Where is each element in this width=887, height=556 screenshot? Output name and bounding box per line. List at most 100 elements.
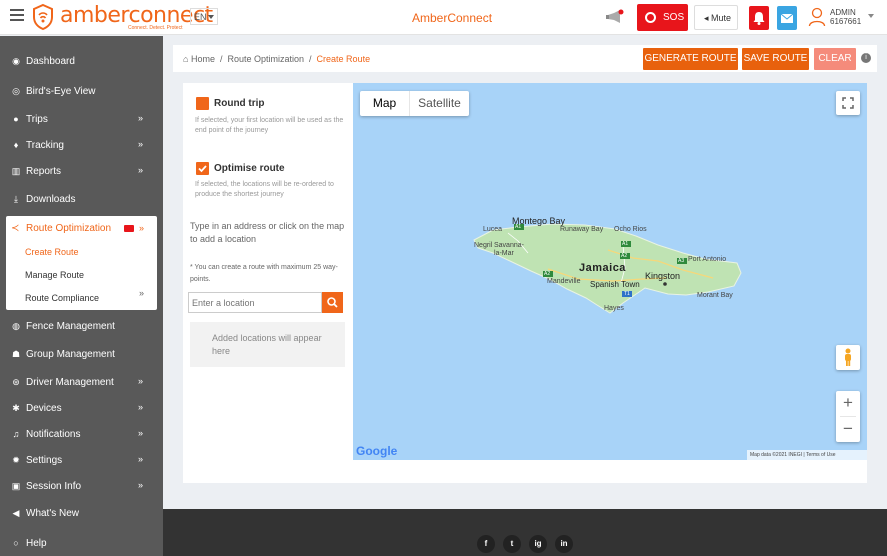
download-icon: ⤓ [14, 194, 18, 204]
sidebar-item-trips[interactable]: ● Trips » [0, 108, 163, 132]
fullscreen-icon [842, 97, 854, 109]
sidebar-item-label: Trips [26, 114, 48, 125]
language-value: EN [194, 12, 207, 22]
place-mandeville: Mandeville [547, 278, 581, 285]
route-optimization-group: ≺ Route Optimization » Create Route Mana… [6, 216, 157, 310]
place-ocho-rios: Ocho Rios [614, 226, 647, 233]
place-savanna-la-mar: Savanna-la-Mar [494, 242, 524, 257]
user-role: ADMIN [830, 8, 856, 17]
alerts-button[interactable] [749, 6, 769, 30]
sidebar-item-fence-management[interactable]: ◍ Fence Management [0, 315, 163, 339]
sos-label: SOS [663, 12, 685, 23]
place-lucea: Lucea [483, 226, 503, 233]
sidebar-item-help[interactable]: ○ Help [0, 532, 163, 556]
steering-icon: ⊛ [12, 377, 20, 387]
chevron-down-icon: » [138, 376, 144, 386]
sidebar-item-settings[interactable]: ✹ Settings » [0, 449, 163, 473]
kingston-marker [663, 282, 667, 286]
breadcrumb-section[interactable]: Route Optimization [227, 54, 304, 64]
street-view-button[interactable] [836, 345, 860, 370]
lifebuoy-icon [645, 12, 656, 23]
road-a3: A3 [678, 258, 685, 264]
place-jamaica: Jamaica [579, 262, 626, 274]
zoom-in-button[interactable]: + [836, 391, 860, 416]
sidebar-item-label: Help [26, 538, 47, 549]
save-route-button[interactable]: SAVE ROUTE [742, 48, 809, 70]
eye-icon: ◎ [12, 86, 20, 96]
sidebar-item-dashboard[interactable]: ◉ Dashboard [0, 50, 163, 74]
sidebar-item-label: Tracking [26, 140, 64, 151]
map-type-control: Map Satellite [360, 91, 469, 116]
sidebar-item-label: Route Optimization [26, 223, 112, 234]
facebook-icon[interactable]: f [477, 535, 495, 553]
place-hayes: Hayes [604, 305, 624, 312]
messages-button[interactable] [777, 6, 797, 30]
chevron-down-icon: » [138, 113, 144, 123]
sidebar-item-birds-eye[interactable]: ◎ Bird's-Eye View [0, 80, 163, 104]
optimise-route-checkbox[interactable] [196, 162, 209, 175]
round-trip-checkbox[interactable] [196, 97, 209, 110]
added-locations-placeholder: Added locations will appear here [212, 333, 322, 356]
megaphone-icon[interactable] [605, 8, 625, 26]
checkmark-icon [198, 165, 207, 173]
user-icon[interactable] [808, 7, 826, 27]
gear-icon: ✹ [12, 455, 20, 465]
place-spanish-town: Spanish Town [590, 280, 640, 289]
sidebar-item-devices[interactable]: ✱ Devices » [0, 397, 163, 421]
zoom-control: + − [836, 391, 860, 442]
sidebar-item-label: Settings [26, 455, 63, 466]
sidebar-subitem-route-compliance[interactable]: Route Compliance [25, 293, 99, 303]
linkedin-icon[interactable]: in [555, 535, 573, 553]
info-icon[interactable]: i [861, 53, 871, 63]
sidebar-item-driver-management[interactable]: ⊛ Driver Management » [0, 371, 163, 395]
map-view[interactable]: A1 A1 A2 A2 A3 T1 Montego Bay Lucea Runa… [353, 83, 867, 460]
sidebar-item-reports[interactable]: ▥ Reports » [0, 160, 163, 184]
clear-button[interactable]: CLEAR [814, 48, 856, 70]
location-input[interactable] [188, 292, 322, 313]
zoom-out-button[interactable]: − [836, 417, 860, 442]
chevron-down-icon [208, 15, 214, 19]
sidebar-subitem-create-route[interactable]: Create Route [25, 247, 79, 257]
optimise-route-label: Optimise route [214, 163, 285, 174]
sidebar-item-notifications[interactable]: ♫ Notifications » [0, 423, 163, 447]
sidebar-item-group-management[interactable]: ☗ Group Management [0, 343, 163, 367]
chevron-down-icon: » [138, 428, 144, 438]
generate-route-button[interactable]: GENERATE ROUTE [643, 48, 738, 70]
twitter-icon[interactable]: t [503, 535, 521, 553]
sidebar-item-tracking[interactable]: ♦ Tracking » [0, 134, 163, 158]
user-menu[interactable]: ADMIN 6167661 [830, 8, 861, 26]
lock-icon: ▣ [11, 481, 21, 491]
mute-button[interactable]: ◂ Mute [694, 5, 738, 30]
sidebar-subitem-manage-route[interactable]: Manage Route [25, 270, 84, 280]
fullscreen-button[interactable] [836, 91, 860, 115]
sidebar-item-session-info[interactable]: ▣ Session Info » [0, 475, 163, 499]
sidebar-item-downloads[interactable]: ⤓ Downloads [0, 188, 163, 212]
breadcrumb-home[interactable]: Home [191, 54, 215, 64]
sidebar-item-label: Downloads [26, 194, 76, 205]
map-attribution[interactable]: Map data ©2021 INEGI | Terms of Use [747, 450, 867, 460]
instagram-icon[interactable]: ig [529, 535, 547, 553]
sidebar-item-route-optimization[interactable]: ≺ Route Optimization » [6, 218, 157, 240]
gears-icon: ✱ [12, 403, 20, 413]
language-select[interactable]: EN [190, 8, 218, 25]
tab-satellite[interactable]: Satellite [409, 91, 469, 116]
group-icon: ☗ [11, 349, 21, 359]
top-bar: amberconnect Connect. Detect. Protect EN… [0, 0, 887, 35]
hamburger-menu-icon[interactable] [10, 9, 24, 23]
tab-map[interactable]: Map [360, 91, 409, 116]
place-port-antonio: Port Antonio [688, 256, 727, 263]
sos-button[interactable]: SOS [637, 4, 688, 31]
search-button[interactable] [322, 292, 343, 313]
bar-chart-icon: ▥ [11, 166, 21, 176]
breadcrumb: ⌂ Home / Route Optimization / Create Rou… [183, 54, 371, 64]
user-chevron-down-icon[interactable] [868, 14, 874, 18]
location-pin-icon: ♦ [13, 140, 19, 150]
bell-icon: ♫ [12, 429, 20, 439]
sidebar-item-whats-new[interactable]: ◀ What's New [0, 502, 163, 526]
video-icon [124, 225, 134, 232]
mute-label: Mute [711, 13, 732, 23]
road-t1: T1 [624, 291, 630, 297]
globe-icon: ◍ [12, 321, 20, 331]
pegman-icon [845, 348, 851, 366]
sidebar-item-label: Session Info [26, 481, 82, 492]
